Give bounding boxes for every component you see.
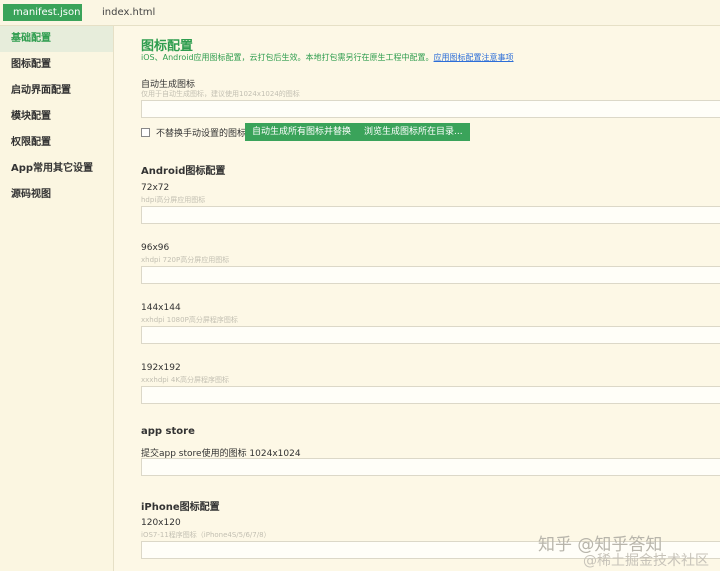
android-72-label: 72x72 xyxy=(141,183,170,193)
browse-icon-folder-button[interactable]: 浏览生成图标所在目录... xyxy=(357,123,470,141)
juejin-watermark: @稀土掘金技术社区 xyxy=(583,553,709,569)
sidebar-item-basic[interactable]: 基础配置 xyxy=(0,26,113,52)
android-192-label: 192x192 xyxy=(141,363,181,373)
settings-sidebar: 基础配置 图标配置 启动界面配置 模块配置 权限配置 App常用其它设置 源码视… xyxy=(0,26,114,571)
android-72-hint: hdpi高分屏应用图标 xyxy=(141,196,206,204)
android-144-input[interactable] xyxy=(141,326,720,344)
android-96-hint: xhdpi 720P高分屏应用图标 xyxy=(141,256,230,264)
android-72-input[interactable] xyxy=(141,206,720,224)
editor-tab-bar: manifest.json index.html xyxy=(0,0,720,26)
sidebar-item-modules[interactable]: 模块配置 xyxy=(0,104,113,130)
sidebar-item-permissions[interactable]: 权限配置 xyxy=(0,130,113,156)
description-text: iOS、Android应用图标配置，云打包后生效。本地打包需另行在原生工程中配置… xyxy=(141,53,434,62)
sidebar-item-splash[interactable]: 启动界面配置 xyxy=(0,78,113,104)
iphone-section-title: iPhone图标配置 xyxy=(141,502,220,513)
tab-index-html[interactable]: index.html xyxy=(92,4,165,21)
iphone-120-hint: iOS7-11程序图标（iPhone4S/5/6/7/8） xyxy=(141,531,271,539)
icon-config-panel: 图标配置 iOS、Android应用图标配置，云打包后生效。本地打包需另行在原生… xyxy=(114,26,720,571)
android-section-title: Android图标配置 xyxy=(141,166,226,177)
android-144-label: 144x144 xyxy=(141,303,181,313)
auto-generate-input[interactable] xyxy=(141,100,720,118)
sidebar-item-app-other[interactable]: App常用其它设置 xyxy=(0,156,113,182)
sidebar-item-icons[interactable]: 图标配置 xyxy=(0,52,113,78)
android-192-hint: xxxhdpi 4K高分屏程序图标 xyxy=(141,376,229,384)
android-96-input[interactable] xyxy=(141,266,720,284)
appstore-section-title: app store xyxy=(141,426,195,437)
generate-all-icons-button[interactable]: 自动生成所有图标并替换 xyxy=(245,123,359,141)
tab-manifest-json[interactable]: manifest.json xyxy=(3,4,82,21)
no-replace-checkbox-label: 不替换手动设置的图标 xyxy=(156,129,247,139)
icon-notes-link[interactable]: 应用图标配置注意事项 xyxy=(434,53,514,62)
iphone-120-label: 120x120 xyxy=(141,518,181,528)
android-144-hint: xxhdpi 1080P高分屏程序图标 xyxy=(141,316,238,324)
page-description: iOS、Android应用图标配置，云打包后生效。本地打包需另行在原生工程中配置… xyxy=(141,52,514,63)
appstore-input[interactable] xyxy=(141,458,720,476)
android-96-label: 96x96 xyxy=(141,243,170,253)
no-replace-checkbox[interactable] xyxy=(141,128,150,137)
auto-generate-hint: 仅用于自动生成图标，建议使用1024x1024的图标 xyxy=(141,90,300,98)
android-192-input[interactable] xyxy=(141,386,720,404)
sidebar-item-source-view[interactable]: 源码视图 xyxy=(0,182,113,208)
